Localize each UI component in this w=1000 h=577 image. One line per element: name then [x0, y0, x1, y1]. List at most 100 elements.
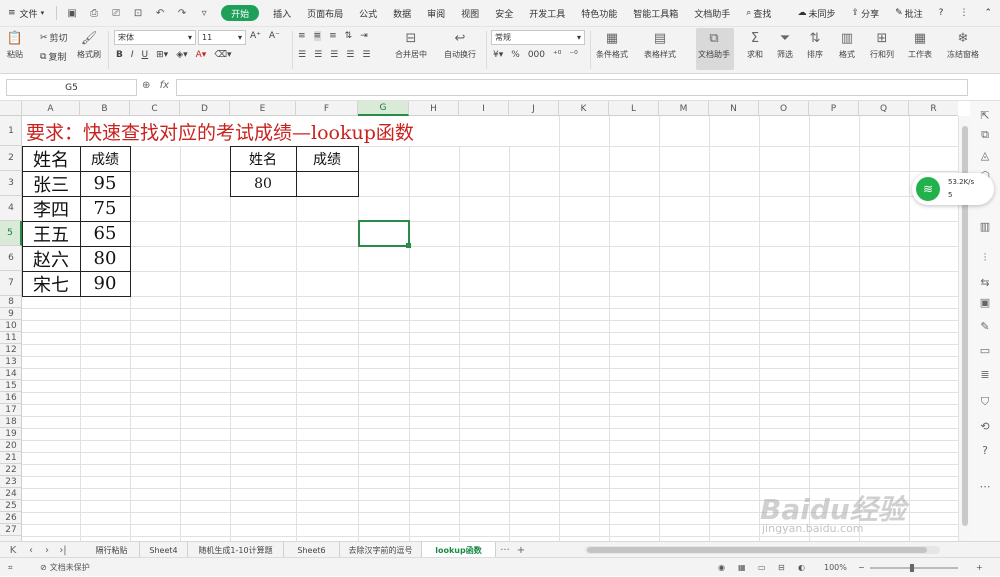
sheet-tab[interactable]: 随机生成1-10计算题 [188, 542, 284, 558]
column-header[interactable]: H [409, 101, 459, 116]
align-left-icon[interactable]: ☰ [298, 50, 306, 60]
column-header[interactable]: F [296, 101, 358, 116]
lookup-result-cell[interactable] [296, 171, 358, 196]
tab-formulas[interactable]: 公式 [351, 0, 385, 27]
next-sheet-icon[interactable]: › [40, 542, 54, 558]
fill-color-icon[interactable]: ◈▾ [176, 50, 187, 60]
row-header[interactable]: 13 [0, 356, 22, 368]
sum-button[interactable]: Σ 求和 [746, 29, 764, 60]
italic-icon[interactable]: I [131, 50, 134, 60]
column-header[interactable]: N [709, 101, 759, 116]
sheet-tab-active[interactable]: lookup函数 [422, 542, 496, 558]
table-header[interactable]: 姓名 [22, 146, 80, 171]
history-icon[interactable]: ⟲ [976, 417, 994, 435]
sheet-tab[interactable]: Sheet6 [284, 542, 340, 558]
file-menu[interactable]: ≡ 文件 ▾ [0, 0, 52, 27]
cell-area[interactable]: 要求：快速查找对应的考试成绩—lookup函数 姓名 成绩 张三 95 李四 7… [22, 116, 958, 541]
redo-icon[interactable]: ↷ [171, 0, 193, 27]
zoom-out-icon[interactable]: − [858, 558, 865, 577]
print-icon[interactable]: ⎚ [105, 0, 127, 27]
align-top-icon[interactable]: ≡ [298, 31, 306, 41]
format-button[interactable]: ▥ 格式 [838, 29, 856, 60]
row-header[interactable]: 12 [0, 344, 22, 356]
active-cell[interactable] [358, 220, 410, 247]
prev-sheet-icon[interactable]: ‹ [24, 542, 38, 558]
align-right-icon[interactable]: ☰ [330, 50, 338, 60]
align-center-icon[interactable]: ☰ [314, 50, 322, 60]
comment-button[interactable]: ✎ 批注 [887, 0, 931, 27]
tab-smart-toolbox[interactable]: 智能工具箱 [625, 0, 686, 27]
row-header[interactable]: 10 [0, 320, 22, 332]
font-color-icon[interactable]: A▾ [196, 50, 207, 60]
tab-special[interactable]: 特色功能 [573, 0, 625, 27]
row-header[interactable]: 16 [0, 392, 22, 404]
row-header[interactable]: 27 [0, 524, 22, 536]
fill-handle[interactable] [406, 243, 411, 248]
row-header[interactable]: 9 [0, 308, 22, 320]
add-sheet-button[interactable]: + [514, 542, 528, 558]
sheet-tab[interactable]: Sheet4 [140, 542, 188, 558]
fx-label[interactable]: fx [160, 80, 169, 91]
shape-icon[interactable]: ◬ [976, 146, 994, 164]
row-header[interactable]: 11 [0, 332, 22, 344]
column-header[interactable]: I [459, 101, 509, 116]
more-icon[interactable]: ⋮ [951, 0, 976, 27]
lookup-cell[interactable]: 80 [230, 171, 296, 196]
conditional-format-button[interactable]: ▦ 条件格式 [596, 29, 628, 60]
help-button[interactable]: ? [931, 0, 952, 27]
row-header[interactable]: 8 [0, 296, 22, 308]
column-header[interactable]: A [22, 101, 80, 116]
table-cell[interactable]: 赵六 [22, 246, 80, 271]
row-header[interactable]: 24 [0, 488, 22, 500]
align-middle-icon[interactable]: ≡ [313, 31, 322, 41]
save-icon[interactable]: ▣ [61, 0, 83, 27]
column-header[interactable]: K [559, 101, 609, 116]
last-sheet-icon[interactable]: ›| [56, 542, 70, 558]
tab-developer[interactable]: 开发工具 [521, 0, 573, 27]
sync-button[interactable]: ☁ 未同步 [790, 0, 844, 27]
column-header[interactable]: B [80, 101, 130, 116]
row-header-selected[interactable]: 5 [0, 221, 22, 246]
percent-icon[interactable]: % [511, 50, 520, 60]
zoom-icon[interactable]: ⊕ [142, 80, 150, 91]
page-layout-icon[interactable]: ▭ [758, 558, 766, 577]
column-header[interactable]: O [759, 101, 809, 116]
row-header[interactable]: 2 [0, 146, 22, 171]
table-cell[interactable]: 王五 [22, 221, 80, 246]
justify-icon[interactable]: ☰ [346, 50, 354, 60]
zoom-slider[interactable] [870, 558, 970, 577]
more-icon[interactable]: ⋯ [976, 477, 994, 495]
collapse-icon[interactable]: ⌃ [976, 0, 1000, 27]
row-header[interactable]: 15 [0, 380, 22, 392]
increase-decimal-icon[interactable]: ⁺⁰ [553, 50, 561, 60]
tab-page-layout[interactable]: 页面布局 [299, 0, 351, 27]
column-header[interactable]: C [130, 101, 180, 116]
table-style-button[interactable]: ▤ 表格样式 [644, 29, 676, 60]
formula-input[interactable] [176, 79, 968, 96]
decrease-decimal-icon[interactable]: ⁻⁰ [569, 50, 577, 60]
adjust-icon[interactable]: ⫶ [976, 249, 994, 267]
table-cell[interactable]: 75 [80, 196, 130, 221]
row-header[interactable]: 6 [0, 246, 22, 271]
row-header[interactable]: 18 [0, 416, 22, 428]
swap-icon[interactable]: ⇆ [976, 273, 994, 291]
column-header[interactable]: E [230, 101, 296, 116]
row-header[interactable]: 22 [0, 464, 22, 476]
tab-home[interactable]: 开始 [221, 5, 260, 21]
tab-review[interactable]: 审阅 [419, 0, 453, 27]
freeze-button[interactable]: ❄ 冻结窗格 [947, 29, 979, 60]
copy-icon[interactable]: ⧉ [976, 126, 994, 144]
align-bottom-icon[interactable]: ≡ [329, 31, 337, 41]
layers-icon[interactable]: ≣ [976, 365, 994, 383]
box-icon[interactable]: ▭ [976, 341, 994, 359]
zoom-in-icon[interactable]: + [976, 558, 983, 577]
macro-icon[interactable]: ⌗ [8, 558, 13, 577]
zoom-level[interactable]: 100% [824, 558, 847, 577]
font-size-select[interactable]: 11 ▾ [198, 30, 246, 45]
table-cell[interactable]: 宋七 [22, 271, 80, 296]
sheet-title[interactable]: 要求：快速查找对应的考试成绩—lookup函数 [26, 118, 414, 145]
network-speed-widget[interactable]: ≋ 53.2K/s 5 [912, 173, 994, 205]
horizontal-scrollbar[interactable] [585, 546, 940, 554]
export-pdf-icon[interactable]: ⎙ [83, 0, 105, 27]
table-cell[interactable]: 80 [80, 246, 130, 271]
